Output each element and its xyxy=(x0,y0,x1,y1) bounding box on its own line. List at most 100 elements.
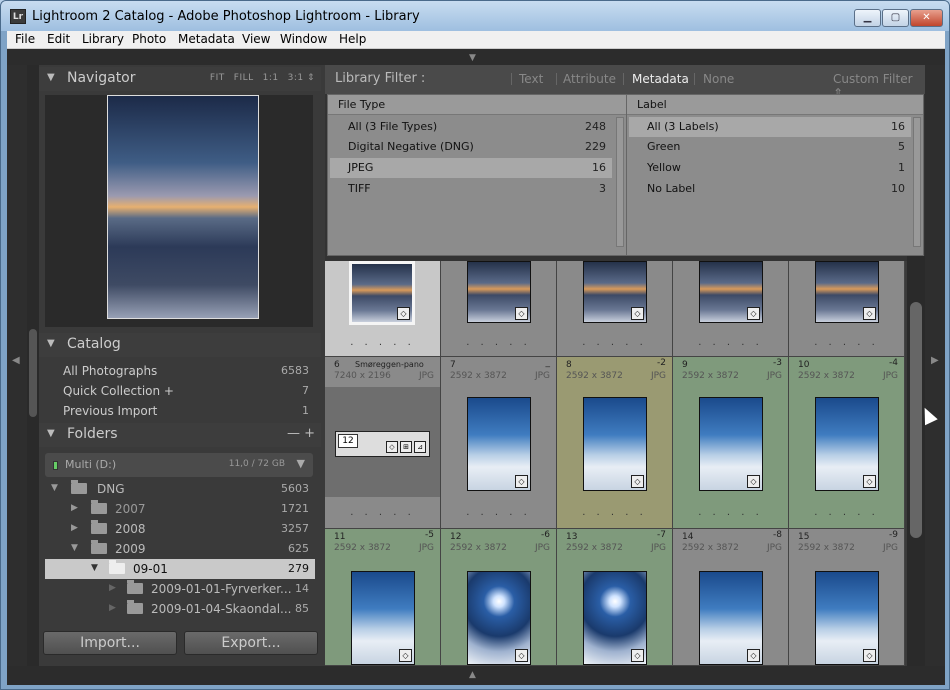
grid-scrollbar[interactable] xyxy=(907,256,925,666)
panorama-stack-thumbnail[interactable]: 12 ◇ ⊞ ⊿ xyxy=(335,431,430,457)
navigator-header[interactable]: ▼ Navigator FIT FILL 1:1 3:1 ⇕ xyxy=(39,67,321,91)
rating-dots[interactable]: . . . . . xyxy=(789,507,904,518)
label-scrollbar[interactable] xyxy=(913,117,921,247)
label-header[interactable]: Label xyxy=(627,95,923,115)
thumbnail[interactable]: ◇ xyxy=(815,397,879,491)
folder-row-fyrverker[interactable]: ▶ 2009-01-01-Fyrverker... 14 xyxy=(45,579,315,599)
disclosure-icon[interactable]: ▼ xyxy=(51,483,58,493)
filter-tab-metadata[interactable]: Metadata xyxy=(632,72,689,86)
zoom-3-1[interactable]: 3:1 ⇕ xyxy=(288,73,315,83)
menu-file[interactable]: File xyxy=(15,32,35,46)
volume-bar[interactable]: Multi (D:) 11,0 / 72 GB ▼ xyxy=(45,453,313,477)
thumbnail[interactable]: ◇ xyxy=(583,571,647,665)
zoom-1-1[interactable]: 1:1 xyxy=(263,73,279,83)
scrollbar-thumb[interactable] xyxy=(29,329,37,417)
left-panel-toggle[interactable]: ◀ xyxy=(7,65,27,666)
right-panel-toggle[interactable]: ▶ xyxy=(925,65,945,666)
rating-dots[interactable]: . . . . . xyxy=(325,337,440,348)
navigator-preview[interactable] xyxy=(45,95,313,327)
grid-cell[interactable]: ◇ . . . . . xyxy=(441,261,557,357)
folder-row-skaondal[interactable]: ▶ 2009-01-04-Skaondal... 85 xyxy=(45,599,315,619)
label-row-selected[interactable]: All (3 Labels) 16 xyxy=(629,117,911,137)
thumbnail[interactable]: ◇ xyxy=(467,397,531,491)
zoom-fit[interactable]: FIT xyxy=(210,73,225,83)
thumbnail[interactable]: ◇ xyxy=(815,571,879,665)
menu-library[interactable]: Library xyxy=(82,32,124,46)
top-panel-toggle[interactable]: ▼ xyxy=(7,49,945,65)
thumbnail[interactable]: ◇ xyxy=(699,397,763,491)
label-row[interactable]: Green 5 xyxy=(629,137,911,157)
catalog-item-all-photographs[interactable]: All Photographs 6583 xyxy=(45,361,315,381)
menu-edit[interactable]: Edit xyxy=(47,32,70,46)
filter-tab-attribute[interactable]: Attribute xyxy=(563,72,616,86)
title-bar[interactable]: Lr Lightroom 2 Catalog - Adobe Photoshop… xyxy=(1,1,949,31)
thumbnail[interactable]: ◇ xyxy=(467,571,531,665)
rating-dots[interactable]: . . . . . xyxy=(673,337,788,348)
folders-add-remove-controls[interactable]: — + xyxy=(287,426,315,441)
label-row[interactable]: No Label 10 xyxy=(629,179,911,199)
file-type-scrollbar[interactable] xyxy=(616,117,624,247)
file-type-row[interactable]: TIFF 3 xyxy=(330,179,612,199)
grid-cell-selected[interactable]: ◇ . . . . . xyxy=(325,261,441,357)
zoom-fill[interactable]: FILL xyxy=(234,73,254,83)
export-button[interactable]: Export... xyxy=(184,631,318,655)
grid-cell[interactable]: 15 -9 2592 x 3872 JPG ◇ xyxy=(789,529,905,666)
rating-dots[interactable]: . . . . . xyxy=(557,337,672,348)
rating-dots[interactable]: . . . . . xyxy=(325,507,440,518)
rating-dots[interactable]: . . . . . xyxy=(441,507,556,518)
rating-dots[interactable]: . . . . . xyxy=(789,337,904,348)
rating-dots[interactable]: . . . . . xyxy=(673,507,788,518)
thumbnail[interactable]: ◇ xyxy=(583,261,647,323)
thumbnail[interactable]: ◇ xyxy=(351,571,415,665)
thumbnail[interactable]: ◇ xyxy=(815,261,879,323)
left-panel-scrollbar[interactable] xyxy=(27,65,39,666)
thumbnail[interactable]: ◇ xyxy=(349,261,415,325)
menu-photo[interactable]: Photo xyxy=(132,32,166,46)
disclosure-icon[interactable]: ▶ xyxy=(71,523,78,533)
file-type-header[interactable]: File Type xyxy=(328,95,626,115)
grid-cell[interactable]: ◇ . . . . . xyxy=(673,261,789,357)
folder-row-2008[interactable]: ▶ 2008 3257 xyxy=(45,519,315,539)
thumbnail[interactable]: ◇ xyxy=(699,571,763,665)
volume-dropdown-icon[interactable]: ▼ xyxy=(297,457,305,470)
label-row[interactable]: Yellow 1 xyxy=(629,158,911,178)
stack-count-badge[interactable]: 12 xyxy=(338,434,358,448)
disclosure-icon[interactable]: ▶ xyxy=(109,583,116,593)
close-button[interactable]: ✕ xyxy=(910,9,943,27)
folder-row-09-01[interactable]: ▼ 09-01 279 xyxy=(45,559,315,579)
file-type-row[interactable]: All (3 File Types) 248 xyxy=(330,117,612,137)
grid-cell-green-label[interactable]: 11 -5 2592 x 3872 JPG ◇ xyxy=(325,529,441,666)
folder-row-2009[interactable]: ▼ 2009 625 xyxy=(45,539,315,559)
grid-cell[interactable]: ◇ . . . . . xyxy=(789,261,905,357)
file-type-row-selected[interactable]: JPEG 16 xyxy=(330,158,612,178)
thumbnail[interactable]: ◇ xyxy=(583,397,647,491)
thumbnail[interactable]: ◇ xyxy=(699,261,763,323)
disclosure-icon[interactable]: ▼ xyxy=(91,563,98,573)
grid-cell-green-label[interactable]: 9 -3 2592 x 3872 JPG ◇ . . . . . xyxy=(673,357,789,529)
grid-cell[interactable]: 7 _ 2592 x 3872 JPG ◇ . . . . . xyxy=(441,357,557,529)
grid-cell-green-label[interactable]: 10 -4 2592 x 3872 JPG ◇ . . . . . xyxy=(789,357,905,529)
grid-cell-stack[interactable]: 6 Smøreggen-pano 7240 x 2196 JPG 12 ◇ ⊞ … xyxy=(325,357,441,529)
menu-help[interactable]: Help xyxy=(339,32,366,46)
catalog-header[interactable]: ▼ Catalog xyxy=(39,333,321,357)
thumbnail[interactable]: ◇ xyxy=(467,261,531,323)
menu-metadata[interactable]: Metadata xyxy=(178,32,235,46)
folder-row-2007[interactable]: ▶ 2007 1721 xyxy=(45,499,315,519)
rating-dots[interactable]: . . . . . xyxy=(441,337,556,348)
grid-cell[interactable]: 14 -8 2592 x 3872 JPG ◇ xyxy=(673,529,789,666)
disclosure-icon[interactable]: ▼ xyxy=(71,543,78,553)
scrollbar-thumb[interactable] xyxy=(910,302,922,538)
folders-header[interactable]: ▼ Folders — + xyxy=(39,423,321,447)
folder-row-dng[interactable]: ▼ DNG 5603 xyxy=(45,479,315,499)
menu-view[interactable]: View xyxy=(242,32,270,46)
thumbnail-grid[interactable]: ◇ . . . . . ◇ . . . . . ◇ . . . . . ◇ . … xyxy=(325,261,907,666)
grid-cell[interactable]: ◇ . . . . . xyxy=(557,261,673,357)
filmstrip-toggle[interactable]: ▲ xyxy=(7,666,945,685)
grid-cell-yellow-label[interactable]: 8 -2 2592 x 3872 JPG ◇ . . . . . xyxy=(557,357,673,529)
filter-tab-text[interactable]: Text xyxy=(519,72,543,86)
file-type-row[interactable]: Digital Negative (DNG) 229 xyxy=(330,137,612,157)
grid-cell-green-label[interactable]: 13 -7 2592 x 3872 JPG ◇ xyxy=(557,529,673,666)
rating-dots[interactable]: . . . . . xyxy=(557,507,672,518)
menu-window[interactable]: Window xyxy=(280,32,327,46)
grid-cell-green-label[interactable]: 12 -6 2592 x 3872 JPG ◇ xyxy=(441,529,557,666)
